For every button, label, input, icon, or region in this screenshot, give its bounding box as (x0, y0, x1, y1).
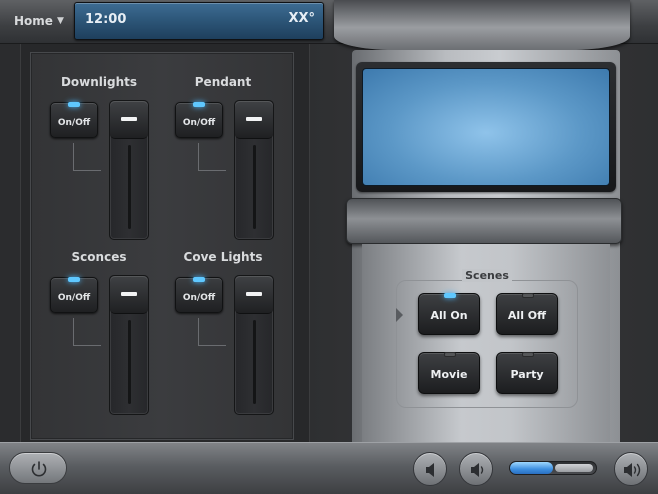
pendant-title: Pendant (194, 75, 252, 89)
downlights-slider-handle[interactable] (110, 101, 148, 139)
volume-mute-icon (426, 463, 434, 477)
volume-remaining (555, 464, 593, 472)
power-icon (31, 461, 47, 477)
pendant-slider-handle[interactable] (235, 101, 273, 139)
scene-all-on-button[interactable]: All On (418, 293, 480, 335)
downlights-onoff-label: On/Off (57, 118, 91, 128)
scene-movie-label: Movie (430, 368, 468, 381)
cove-lights-connector (198, 318, 226, 346)
sconces-connector (73, 318, 101, 346)
downlights-title: Downlights (60, 75, 138, 89)
volume-down-icon (471, 463, 484, 477)
sconces-dimmer-slider[interactable] (109, 275, 149, 415)
volume-mute-button[interactable] (413, 452, 447, 486)
pendant-onoff-label: On/Off (182, 118, 216, 128)
handle-bar (121, 292, 137, 296)
volume-level-fill (510, 462, 553, 474)
downlights-led (68, 102, 80, 107)
pendant-slider-track (253, 145, 256, 229)
cove-lights-onoff-label: On/Off (182, 293, 216, 303)
scene-movie-button[interactable]: Movie (418, 352, 480, 394)
display-screen (362, 68, 610, 186)
volume-up-icon (624, 463, 641, 477)
sconces-led (68, 277, 80, 282)
console-top-cap (334, 0, 630, 50)
scene-party-led (522, 352, 534, 357)
volume-down-button[interactable] (459, 452, 493, 486)
scene-party-label: Party (510, 368, 544, 381)
app-root: Home ▼ 12:00 XX° Downlights On/Off Penda… (0, 0, 658, 494)
downlights-slider-track (128, 145, 131, 229)
cove-lights-slider-track (253, 320, 256, 404)
handle-bar (246, 117, 262, 121)
scene-all-off-label: All Off (507, 309, 547, 322)
pendant-connector (198, 143, 226, 171)
home-label: Home (14, 14, 53, 28)
cove-lights-slider-handle[interactable] (235, 276, 273, 314)
handle-bar (121, 117, 137, 121)
downlights-connector (73, 143, 101, 171)
sconces-slider-handle[interactable] (110, 276, 148, 314)
volume-up-button[interactable] (614, 452, 648, 486)
downlights-dimmer-slider[interactable] (109, 100, 149, 240)
scene-all-off-led (522, 293, 534, 298)
scene-all-off-button[interactable]: All Off (496, 293, 558, 335)
cove-lights-led (193, 277, 205, 282)
cove-lights-title: Cove Lights (183, 250, 263, 264)
scene-all-on-led (444, 293, 456, 298)
scene-all-on-label: All On (430, 309, 468, 322)
caret-down-icon: ▼ (56, 16, 64, 26)
sconces-onoff-button[interactable]: On/Off (50, 277, 98, 313)
clock-panel: 12:00 XX° (74, 2, 324, 40)
cove-lights-dimmer-slider[interactable] (234, 275, 274, 415)
cove-lights-onoff-button[interactable]: On/Off (175, 277, 223, 313)
pendant-dimmer-slider[interactable] (234, 100, 274, 240)
temperature-readout: XX° (288, 11, 315, 26)
scene-movie-led (444, 352, 456, 357)
handle-bar (246, 292, 262, 296)
volume-slider[interactable] (509, 461, 597, 475)
home-button[interactable]: Home ▼ (8, 10, 70, 32)
scene-pointer-icon (396, 308, 403, 322)
clock-time: 12:00 (85, 12, 127, 27)
pendant-led (193, 102, 205, 107)
sconces-onoff-label: On/Off (57, 293, 91, 303)
pendant-onoff-button[interactable]: On/Off (175, 102, 223, 138)
console-neck (346, 198, 622, 244)
downlights-onoff-button[interactable]: On/Off (50, 102, 98, 138)
scene-party-button[interactable]: Party (496, 352, 558, 394)
scenes-title: Scenes (462, 269, 512, 282)
power-button[interactable] (9, 452, 67, 484)
sconces-title: Sconces (71, 250, 127, 264)
sconces-slider-track (128, 320, 131, 404)
